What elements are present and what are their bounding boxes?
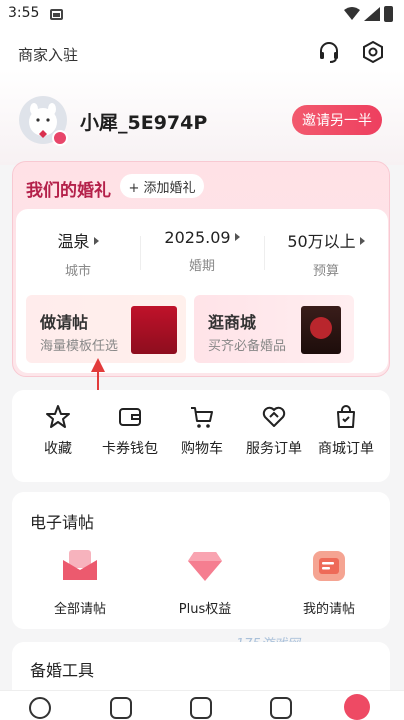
shortcut-label: 商城订单	[318, 441, 374, 457]
all-invitations-item[interactable]: 全部请帖	[25, 548, 135, 617]
nav-bag-icon[interactable]	[270, 697, 292, 719]
promo-title: 做请帖	[40, 313, 89, 332]
diamond-icon	[188, 552, 222, 581]
signal-icon	[364, 7, 380, 21]
shortcut-label: 收藏	[44, 441, 72, 457]
invite-partner-button[interactable]: 邀请另一半	[292, 105, 382, 135]
shortcut-mall-orders[interactable]: 商城订单	[308, 404, 384, 468]
stat-date-label: 婚期	[188, 259, 215, 274]
envelope-icon	[63, 550, 97, 580]
heart-order-icon	[262, 406, 286, 427]
merchant-link[interactable]: 商家入驻	[18, 44, 78, 65]
card-icon	[313, 551, 345, 581]
nav-camera-icon[interactable]	[110, 697, 132, 719]
wallet-icon	[119, 408, 141, 426]
promo-title: 逛商城	[208, 313, 257, 332]
shortcut-label: 购物车	[181, 441, 223, 457]
caret-right-icon	[93, 237, 99, 245]
shortcut-cart[interactable]: 购物车	[164, 404, 240, 468]
promo-subtitle: 买齐必备婚品	[208, 339, 287, 354]
caret-right-icon	[359, 237, 365, 245]
e-invitation-title: 电子请帖	[30, 513, 95, 532]
add-wedding-button[interactable]: + 添加婚礼	[120, 174, 204, 198]
e-invitation-label: 我的请帖	[302, 602, 355, 617]
wedding-tools-title: 备婚工具	[30, 661, 95, 680]
bag-order-icon	[337, 405, 355, 428]
shortcut-favorites[interactable]: 收藏	[20, 404, 96, 468]
stat-date[interactable]: 2025.09 婚期	[140, 228, 264, 274]
stat-budget[interactable]: 50万以上 预算	[264, 228, 388, 279]
headset-icon[interactable]	[317, 40, 341, 64]
my-invitations-item[interactable]: 我的请帖	[274, 548, 384, 617]
image-notification-icon	[50, 9, 63, 20]
e-invitation-label: Plus权益	[178, 602, 232, 617]
star-icon	[46, 405, 70, 428]
nav-profile-icon[interactable]	[344, 694, 370, 720]
shortcut-label: 服务订单	[246, 441, 302, 457]
cart-icon	[191, 407, 213, 428]
mall-thumbnail	[301, 306, 341, 354]
shortcut-wallet[interactable]: 卡券钱包	[92, 404, 168, 468]
status-time: 3:55	[8, 5, 40, 21]
nav-document-icon[interactable]	[190, 697, 212, 719]
settings-icon[interactable]	[361, 40, 385, 64]
shortcut-label: 卡券钱包	[102, 441, 158, 457]
battery-icon	[384, 6, 393, 22]
wedding-title: 我们的婚礼	[26, 181, 111, 201]
username: 小犀_5E974P	[80, 112, 208, 134]
stat-city-value: 温泉	[57, 232, 90, 251]
caret-right-icon	[234, 233, 240, 241]
shortcut-service-orders[interactable]: 服务订单	[236, 404, 312, 468]
invitation-thumbnail	[131, 306, 177, 354]
stat-date-value: 2025.09	[164, 228, 231, 247]
stat-city-label: 城市	[64, 264, 91, 279]
stat-budget-label: 预算	[312, 264, 339, 279]
e-invitation-label: 全部请帖	[53, 602, 106, 617]
wifi-icon	[344, 7, 360, 20]
plus-benefits-item[interactable]: Plus权益	[150, 548, 260, 617]
nav-home-icon[interactable]	[29, 697, 51, 719]
stat-city[interactable]: 温泉 城市	[16, 228, 140, 279]
promo-subtitle: 海量模板任选	[40, 339, 119, 354]
search-badge-icon	[52, 130, 68, 146]
stat-budget-value: 50万以上	[287, 232, 356, 251]
